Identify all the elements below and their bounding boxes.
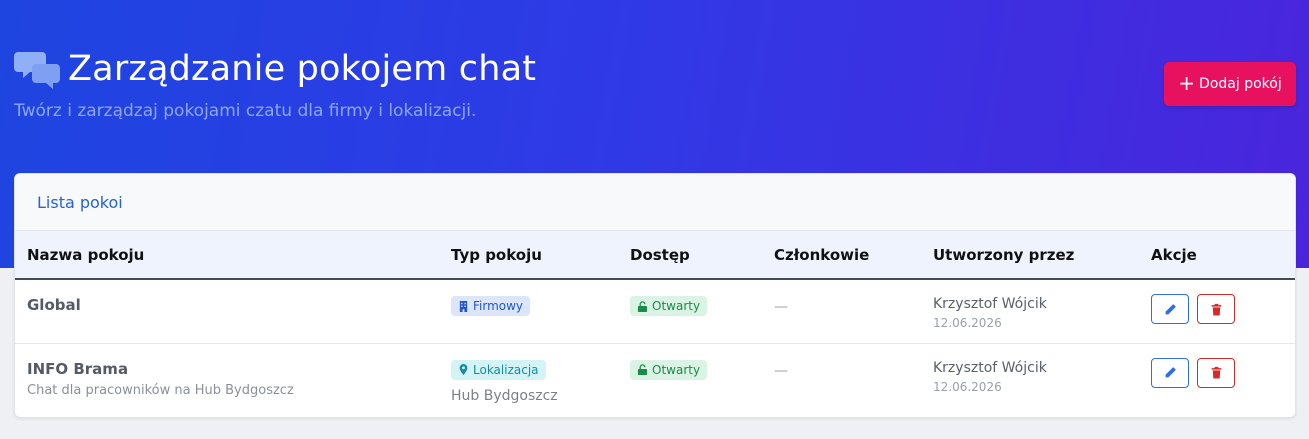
cell-room-type: Lokalizacja Hub Bydgoszcz bbox=[439, 343, 618, 416]
cell-access: Otwarty bbox=[618, 343, 762, 416]
room-type-badge: Firmowy bbox=[451, 296, 531, 316]
room-type-badge: Lokalizacja bbox=[451, 359, 546, 380]
rooms-table: Nazwa pokoju Typ pokoju Dostęp Członkowi… bbox=[15, 231, 1295, 416]
card-title: Lista pokoi bbox=[37, 192, 123, 212]
column-header-actions: Akcje bbox=[1151, 245, 1197, 264]
cell-created-by: Krzysztof Wójcik 12.06.2026 bbox=[921, 279, 1139, 343]
page-subtitle: Twórz i zarządzaj pokojami czatu dla fir… bbox=[14, 101, 477, 121]
cell-room-name: Global bbox=[15, 279, 439, 343]
table-header-row: Nazwa pokoju Typ pokoju Dostęp Członkowi… bbox=[15, 231, 1295, 279]
edit-button[interactable] bbox=[1151, 357, 1189, 388]
delete-button[interactable] bbox=[1197, 357, 1235, 388]
add-room-button[interactable]: + Dodaj pokój bbox=[1164, 62, 1296, 106]
column-header-members: Członkowie bbox=[774, 245, 870, 264]
cell-actions bbox=[1139, 279, 1295, 343]
room-location: Hub Bydgoszcz bbox=[451, 387, 558, 404]
cell-created-by: Krzysztof Wójcik 12.06.2026 bbox=[921, 343, 1139, 416]
column-header-created-by: Utworzony przez bbox=[933, 245, 1075, 264]
access-label: Otwarty bbox=[652, 299, 701, 313]
card-header: Lista pokoi bbox=[15, 174, 1295, 231]
delete-button[interactable] bbox=[1197, 294, 1235, 324]
table-row: Global Firmowy Otwarty — Krzysztof Wójci… bbox=[15, 279, 1295, 343]
created-date: 12.06.2026 bbox=[933, 379, 1002, 394]
pencil-icon bbox=[1165, 303, 1176, 314]
access-badge: Otwarty bbox=[630, 296, 708, 316]
row-actions bbox=[1151, 294, 1295, 324]
cell-access: Otwarty bbox=[618, 279, 762, 343]
column-header-type: Typ pokoju bbox=[451, 245, 542, 264]
plus-icon: + bbox=[1178, 71, 1196, 95]
creator-name: Krzysztof Wójcik bbox=[933, 296, 1047, 312]
room-description: Chat dla pracowników na Hub Bydgoszcz bbox=[27, 382, 294, 398]
creator-name: Krzysztof Wójcik bbox=[933, 359, 1047, 376]
row-actions bbox=[1151, 357, 1295, 388]
trash-icon bbox=[1211, 303, 1221, 315]
room-type-label: Firmowy bbox=[473, 299, 524, 313]
cell-room-name: INFO Brama Chat dla pracowników na Hub B… bbox=[15, 343, 439, 416]
column-header-access: Dostęp bbox=[630, 245, 690, 264]
map-marker-icon bbox=[459, 364, 468, 375]
edit-button[interactable] bbox=[1151, 294, 1189, 324]
cell-members: — bbox=[762, 343, 921, 416]
column-header-name: Nazwa pokoju bbox=[27, 245, 145, 264]
room-name: INFO Brama bbox=[27, 359, 129, 378]
page-title: Zarządzanie pokojem chat bbox=[68, 49, 537, 89]
cell-room-type: Firmowy bbox=[439, 279, 618, 343]
room-name: Global bbox=[27, 296, 81, 314]
cell-actions bbox=[1139, 343, 1295, 416]
members-value: — bbox=[774, 299, 788, 315]
cell-members: — bbox=[762, 279, 921, 343]
members-value: — bbox=[774, 362, 788, 379]
access-badge: Otwarty bbox=[630, 359, 708, 380]
room-type-label: Lokalizacja bbox=[473, 362, 539, 377]
trash-icon bbox=[1211, 366, 1221, 379]
comments-icon bbox=[14, 52, 60, 89]
unlock-icon bbox=[637, 364, 648, 375]
page-title-row: Zarządzanie pokojem chat bbox=[14, 48, 536, 90]
room-list-card: Lista pokoi Nazwa pokoju Typ pokoju Dost… bbox=[14, 173, 1296, 418]
pencil-icon bbox=[1165, 367, 1176, 378]
building-icon bbox=[459, 300, 468, 312]
created-date: 12.06.2026 bbox=[933, 316, 1002, 330]
unlock-icon bbox=[637, 300, 648, 312]
access-label: Otwarty bbox=[652, 362, 701, 377]
table-row: INFO Brama Chat dla pracowników na Hub B… bbox=[15, 343, 1295, 416]
add-room-button-label: Dodaj pokój bbox=[1199, 76, 1282, 92]
